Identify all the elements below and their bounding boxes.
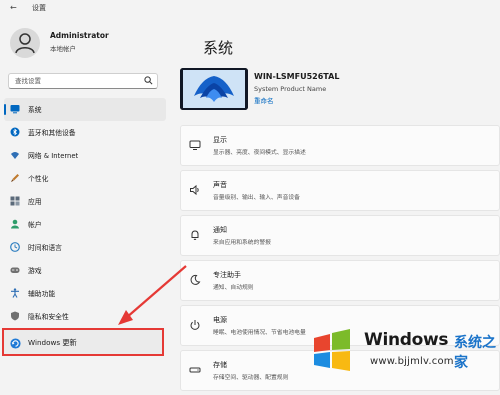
speaker-icon: [190, 184, 199, 196]
clock-globe-icon: [10, 242, 20, 252]
nav-list: 系统 蓝牙和其他设备 网络 & Internet 个性化 应用 帐户 时间和语言: [4, 98, 166, 328]
person-icon: [11, 219, 19, 229]
sidebar-item-privacy[interactable]: 隐私和安全性: [4, 305, 166, 328]
card-subtitle: 显示器、亮度、夜间模式、显示描述: [213, 150, 306, 156]
bluetooth-icon: [10, 127, 20, 137]
display-icon: [189, 140, 201, 150]
wifi-icon: [11, 152, 19, 159]
sidebar-item-network[interactable]: 网络 & Internet: [4, 144, 166, 167]
card-subtitle: 音量级别、输出、输入、声音设备: [213, 195, 300, 201]
sidebar-item-label: 应用: [28, 198, 42, 206]
sidebar-item-personalization[interactable]: 个性化: [4, 167, 166, 190]
app-title: 设置: [32, 4, 46, 12]
sidebar-item-label: 蓝牙和其他设备: [28, 129, 76, 137]
sidebar-item-system[interactable]: 系统: [4, 98, 166, 121]
settings-card-display[interactable]: 显示 显示器、亮度、夜间模式、显示描述: [180, 125, 500, 166]
sidebar-item-apps[interactable]: 应用: [4, 190, 166, 213]
windows-update-icon: [10, 338, 21, 349]
card-subtitle: 睡眠、电池使用情况、节省电池电量: [213, 330, 306, 336]
sidebar-item-time-language[interactable]: 时间和语言: [4, 236, 166, 259]
account-type: 本地帐户: [50, 45, 76, 53]
sidebar-item-label: 系统: [28, 106, 42, 114]
device-header: WIN-LSMFU526TAL System Product Name 重命名: [180, 67, 500, 113]
search-icon[interactable]: [144, 76, 153, 85]
sidebar-item-label: 隐私和安全性: [28, 313, 69, 321]
apps-icon: [10, 196, 20, 206]
rename-link[interactable]: 重命名: [254, 95, 274, 105]
accessibility-icon: [11, 288, 19, 298]
sidebar-item-gaming[interactable]: 游戏: [4, 259, 166, 282]
sidebar-item-label: 辅助功能: [28, 290, 56, 298]
sidebar-item-label: 个性化: [28, 175, 49, 183]
search-input[interactable]: [15, 75, 135, 86]
card-title: 显示: [213, 136, 227, 144]
storage-icon: [189, 367, 201, 373]
page-title: 系统: [203, 39, 234, 57]
device-model: System Product Name: [254, 85, 327, 93]
bell-icon: [191, 230, 199, 240]
card-title: 通知: [213, 226, 227, 234]
brush-icon: [11, 174, 19, 182]
back-arrow-icon[interactable]: ←: [10, 3, 17, 12]
gamepad-icon: [10, 267, 20, 273]
avatar: [10, 28, 40, 58]
sidebar-item-label: Windows 更新: [28, 338, 77, 347]
person-icon: [15, 33, 35, 54]
user-profile[interactable]: Administrator 本地帐户: [8, 28, 168, 64]
card-title: 声音: [213, 181, 227, 189]
user-name: Administrator: [50, 31, 109, 40]
search-box[interactable]: [8, 73, 158, 89]
sidebar: Administrator 本地帐户 系统 蓝牙和其他设备 网络 & Inter…: [0, 16, 170, 375]
sidebar-item-label: 游戏: [28, 267, 42, 275]
power-icon: [190, 320, 200, 330]
watermark-suffix: 系统之家: [454, 335, 496, 371]
windows-logo-icon: [314, 329, 350, 371]
sidebar-item-windows-update[interactable]: Windows 更新: [2, 328, 164, 356]
card-subtitle: 通知、自动规则: [213, 285, 254, 291]
watermark-brand: Windows: [364, 330, 449, 350]
card-title: 专注助手: [213, 271, 241, 279]
sidebar-item-label: 时间和语言: [28, 244, 62, 252]
card-subtitle: 来自应用和系统的警报: [213, 240, 271, 246]
moon-icon: [190, 274, 201, 285]
shield-icon: [11, 311, 19, 321]
watermark: Windows 系统之家 www.bjjmlv.com: [302, 318, 500, 375]
sidebar-item-label: 网络 & Internet: [28, 152, 79, 160]
card-subtitle: 存储空间、驱动器、配置规则: [213, 375, 289, 381]
sidebar-item-bluetooth[interactable]: 蓝牙和其他设备: [4, 121, 166, 144]
card-title: 存储: [213, 361, 227, 369]
device-wallpaper-thumbnail: [180, 68, 248, 110]
settings-card-notifications[interactable]: 通知 来自应用和系统的警报: [180, 215, 500, 256]
settings-card-focus-assist[interactable]: 专注助手 通知、自动规则: [180, 260, 500, 301]
watermark-url: www.bjjmlv.com: [370, 356, 454, 367]
title-bar: ← 设置: [0, 0, 500, 16]
card-title: 电源: [213, 316, 227, 324]
device-name: WIN-LSMFU526TAL: [254, 72, 340, 81]
sidebar-item-label: 帐户: [28, 221, 42, 229]
monitor-icon: [10, 105, 20, 114]
sidebar-item-accessibility[interactable]: 辅助功能: [4, 282, 166, 305]
sidebar-item-accounts[interactable]: 帐户: [4, 213, 166, 236]
settings-card-sound[interactable]: 声音 音量级别、输出、输入、声音设备: [180, 170, 500, 211]
